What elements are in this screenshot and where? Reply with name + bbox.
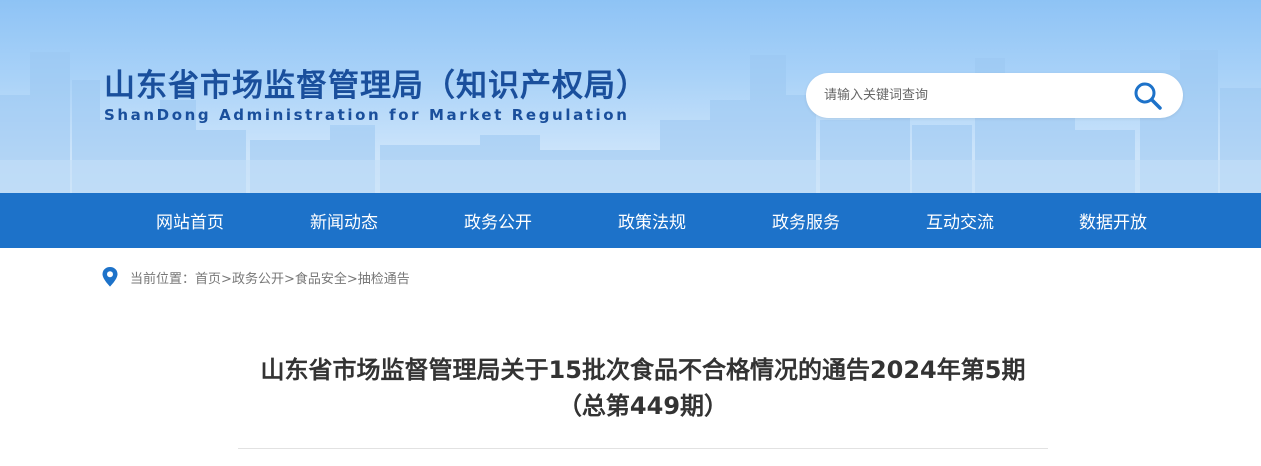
main-nav: 网站首页 新闻动态 政务公开 政策法规 政务服务 互动交流 数据开放 [0, 193, 1261, 248]
nav-item-home[interactable]: 网站首页 [113, 193, 267, 248]
nav-item-policies[interactable]: 政策法规 [575, 193, 729, 248]
nav-item-services[interactable]: 政务服务 [729, 193, 883, 248]
search-button[interactable] [1131, 79, 1165, 113]
breadcrumb-government-affairs[interactable]: 政务公开 [232, 272, 284, 287]
breadcrumb-home[interactable]: 首页 [195, 272, 221, 287]
breadcrumb-food-safety[interactable]: 食品安全 [295, 272, 347, 287]
nav-item-news[interactable]: 新闻动态 [267, 193, 421, 248]
site-subtitle: ShanDong Administration for Market Regul… [104, 106, 630, 124]
header-banner: 山东省市场监督管理局（知识产权局） ShanDong Administratio… [0, 0, 1261, 193]
breadcrumb-inspection-notice[interactable]: 抽检通告 [358, 272, 410, 287]
breadcrumb-separator: > [283, 271, 295, 287]
title-divider [238, 448, 1048, 449]
breadcrumb-prefix: 当前位置： [130, 271, 196, 287]
breadcrumb-separator: > [221, 271, 232, 287]
site-title: 山东省市场监督管理局（知识产权局） [104, 68, 648, 104]
nav-item-open-data[interactable]: 数据开放 [1036, 193, 1190, 248]
nav-item-interaction[interactable]: 互动交流 [883, 193, 1037, 248]
breadcrumb: 当前位置：首页>政务公开>食品安全>抽检通告 [102, 266, 410, 288]
search-icon [1134, 82, 1162, 110]
article-title: 山东省市场监督管理局关于15批次食品不合格情况的通告2024年第5期（总第449… [260, 356, 1026, 420]
search-input[interactable] [824, 73, 1124, 118]
breadcrumb-separator: > [346, 271, 358, 287]
nav-item-government-affairs[interactable]: 政务公开 [421, 193, 575, 248]
search-box [806, 73, 1183, 118]
location-pin-icon [102, 267, 118, 287]
